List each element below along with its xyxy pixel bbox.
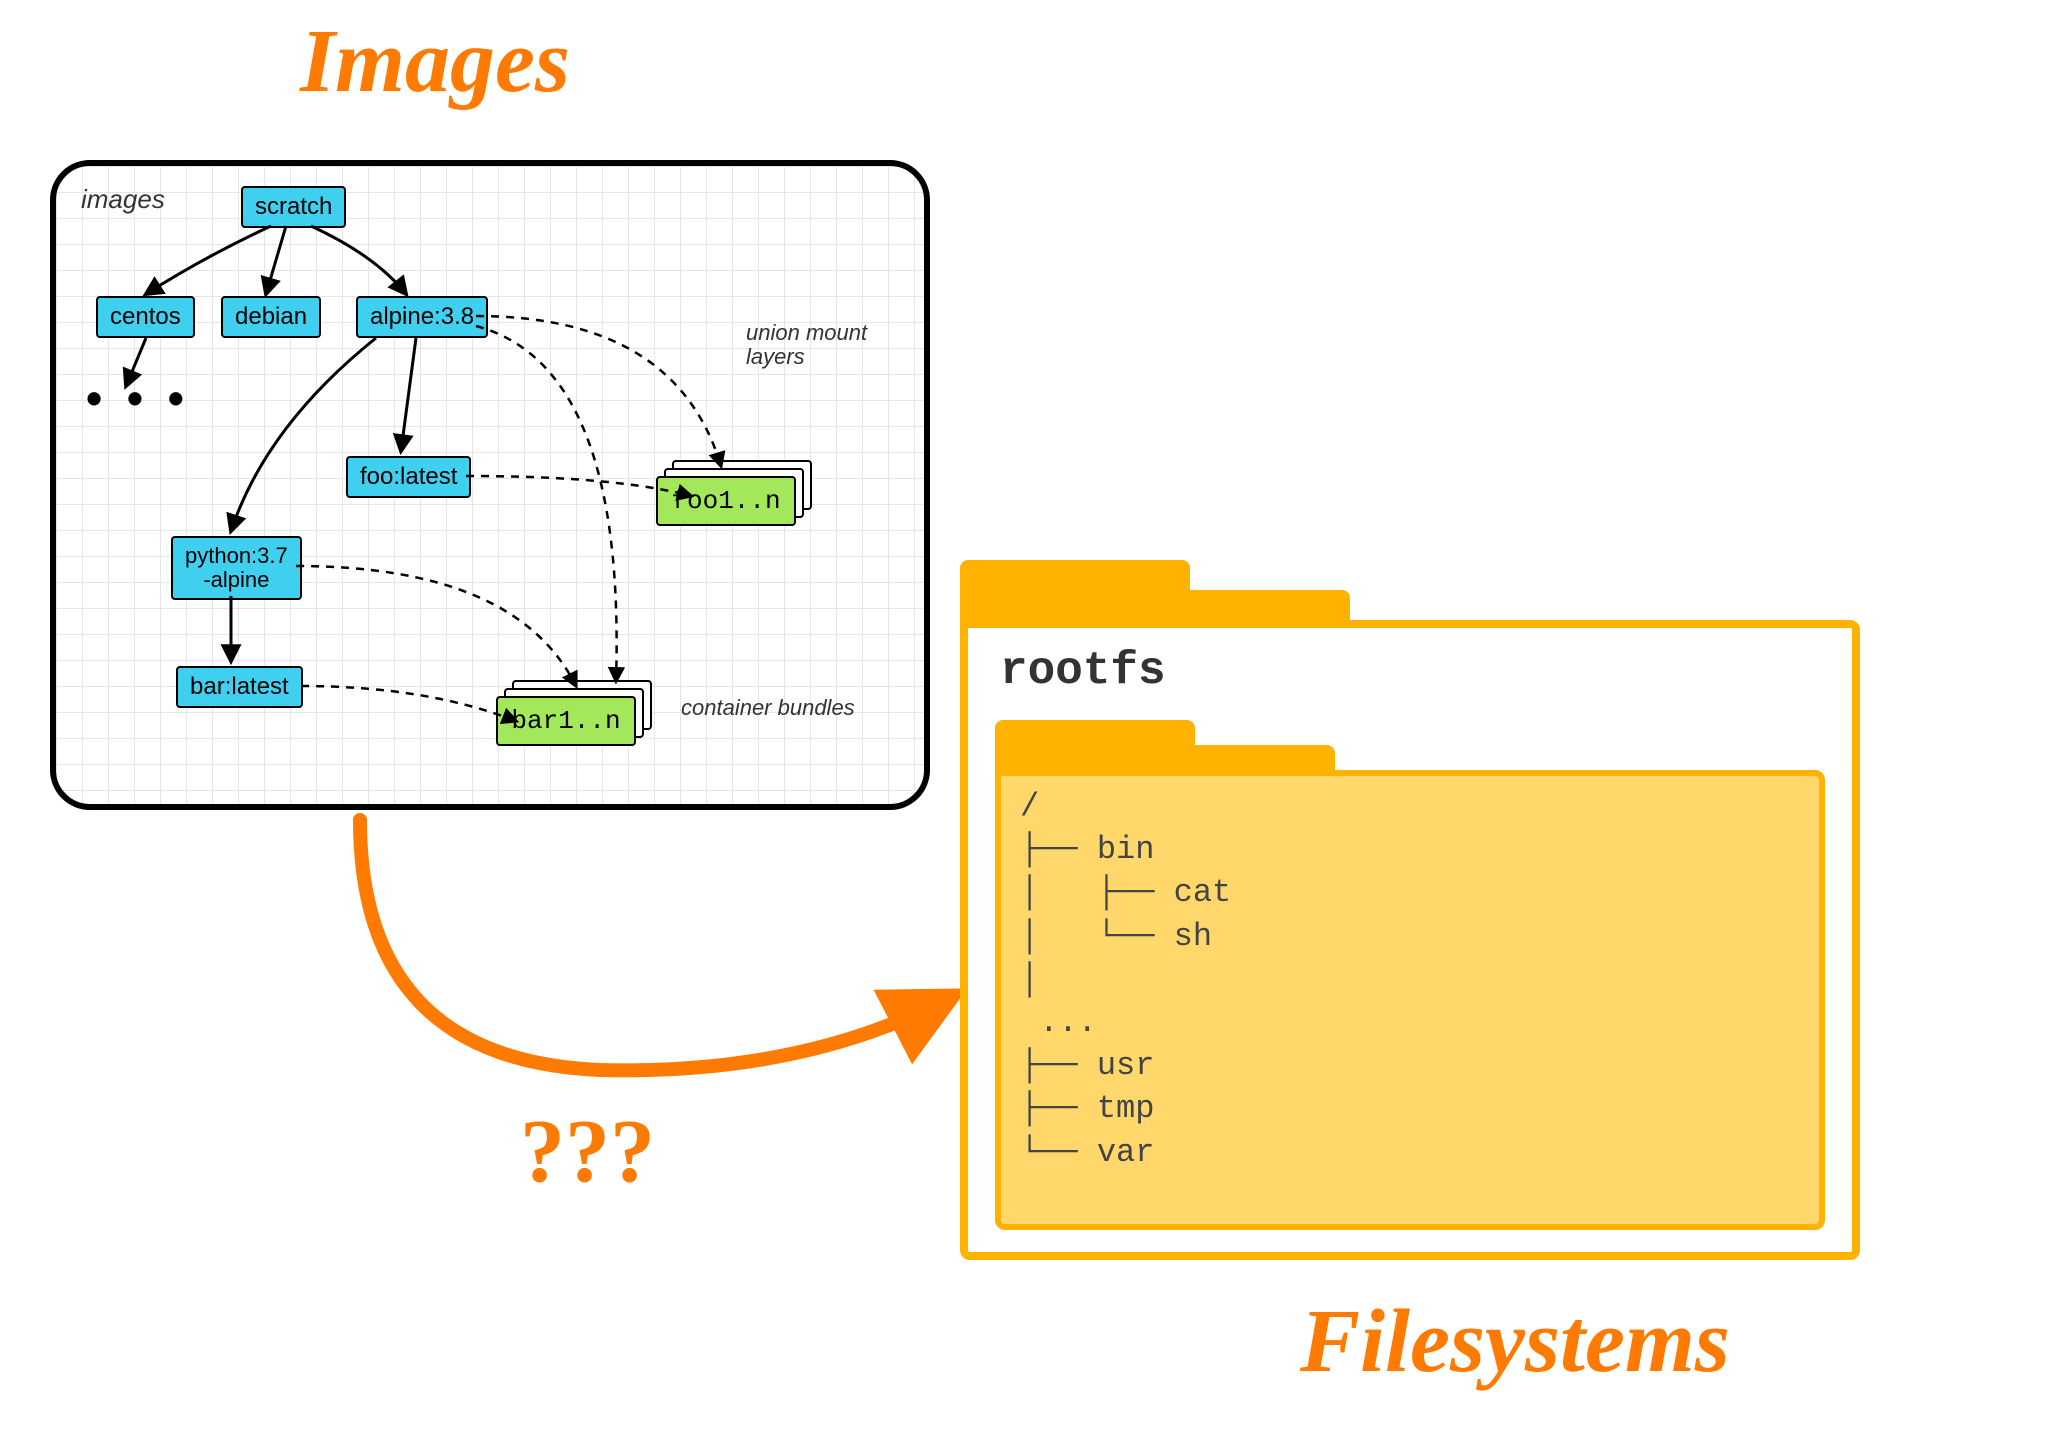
node-bar-latest: bar:latest xyxy=(176,666,303,708)
title-images: Images xyxy=(300,10,570,113)
images-panel: images scratch centos debian alpine:3.8 … xyxy=(50,160,930,810)
folder-tab-icon xyxy=(995,720,1195,770)
inner-folder: / ├── bin │ ├── cat │ └── sh │ ... ├── u… xyxy=(995,720,1825,1230)
images-panel-label: images xyxy=(81,184,165,215)
filesystem-folder: rootfs / ├── bin │ ├── cat │ └── sh │ ..… xyxy=(960,560,1860,1260)
anno-container-bundles: container bundles xyxy=(681,696,855,720)
node-debian: debian xyxy=(221,296,321,338)
rootfs-label: rootfs xyxy=(1000,645,1166,697)
folder-tab-icon xyxy=(960,560,1190,620)
node-scratch: scratch xyxy=(241,186,346,228)
node-alpine: alpine:3.8 xyxy=(356,296,488,338)
filesystem-tree: / ├── bin │ ├── cat │ └── sh │ ... ├── u… xyxy=(1020,785,1231,1174)
bundle-foo: foo1..n xyxy=(656,476,796,526)
node-centos: centos xyxy=(96,296,195,338)
node-foo-latest: foo:latest xyxy=(346,456,471,498)
node-python-alpine: python:3.7 -alpine xyxy=(171,536,302,600)
title-filesystems: Filesystems xyxy=(1300,1290,1730,1393)
folder-tab-icon xyxy=(1190,590,1350,620)
anno-union-mount: union mount layers xyxy=(746,321,924,369)
folder-tab-icon xyxy=(1195,745,1335,770)
bundle-bar: bar1..n xyxy=(496,696,636,746)
question-label: ??? xyxy=(520,1100,655,1203)
ellipsis-icon: • • • xyxy=(86,371,190,425)
